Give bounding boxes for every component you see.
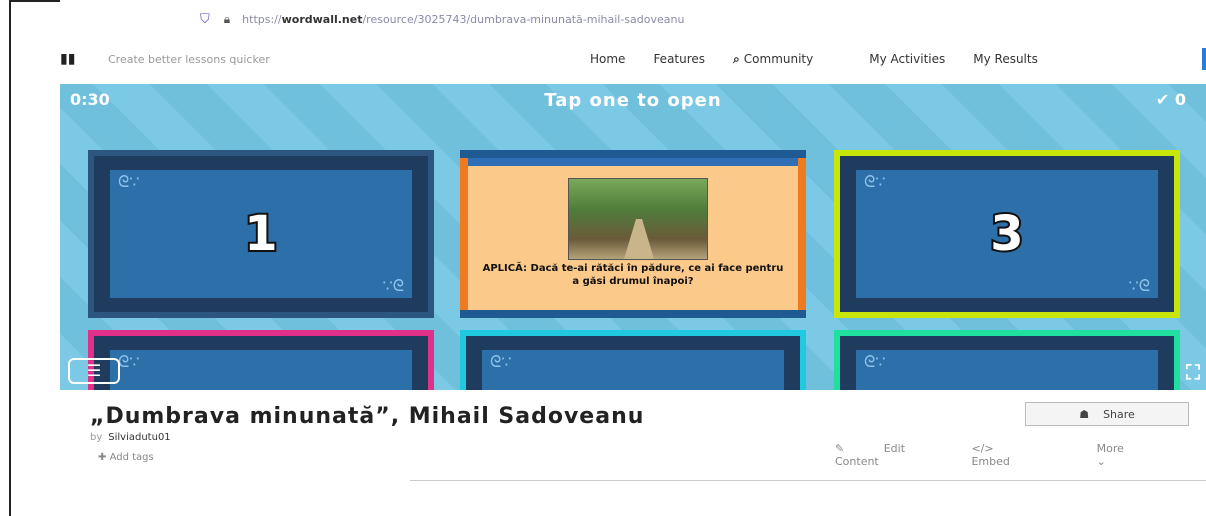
score: ✔ 0 (1156, 90, 1186, 109)
instruction-text: Tap one to open (544, 90, 722, 111)
card-top-bar (468, 158, 798, 166)
by-label: by (90, 432, 103, 443)
shield-icon[interactable]: ⛉ (200, 12, 210, 27)
lock-icon[interactable]: 🔒︎ (224, 12, 230, 27)
code-icon: </> (971, 442, 994, 455)
checkmark-icon: ✔ (1155, 90, 1170, 109)
game-menu-button[interactable]: ☰ (68, 358, 120, 384)
menu-icon[interactable]: ▮▮ (60, 51, 75, 67)
score-value: 0 (1174, 90, 1186, 109)
author-line: by Silviadutu01 (90, 432, 171, 443)
edit-content-label: Edit Content (835, 442, 906, 468)
card-6[interactable]: ᘓ∵ (834, 330, 1180, 390)
swirl-decoration-icon: ᘓ∵ (490, 352, 512, 371)
address-bar[interactable]: ⛉ 🔒︎ https://wordwall.net/resource/30257… (200, 6, 1206, 32)
path-shape (624, 219, 654, 259)
chevron-down-icon: ⌄ (1096, 455, 1106, 468)
nav-accent (1202, 48, 1206, 70)
url-path: /resource/3025743/dumbrava-minunată-miha… (362, 12, 685, 26)
url-host: wordwall.net (281, 12, 363, 26)
embed-label: Embed (971, 455, 1010, 468)
author-link[interactable]: Silviadutu01 (108, 432, 170, 443)
nav-my-results[interactable]: My Results (973, 52, 1038, 66)
card-inner (110, 350, 412, 390)
swirl-decoration-icon: ᘓ∵ (118, 352, 140, 371)
nav-features[interactable]: Features (653, 52, 705, 66)
card-side (798, 158, 806, 310)
fullscreen-icon: ⛶ (1186, 360, 1200, 384)
question-text: APLICĂ: Dacă te-ai rătăci în pădure, ce … (482, 263, 784, 287)
window-border (9, 0, 11, 516)
divider (410, 480, 1206, 481)
card-1[interactable]: ᘓ∵ ∵ᘓ 1 (88, 150, 434, 318)
activity-info: „Dumbrava minunată”, Mihail Sadoveanu by… (60, 390, 1206, 482)
fullscreen-button[interactable]: ⛶ (1186, 360, 1200, 384)
site-navbar: ▮▮ Create better lessons quicker Home Fe… (60, 40, 1206, 78)
url-prefix: https:// (242, 12, 282, 26)
add-tags-link[interactable]: ✚ Add tags (98, 452, 154, 463)
forest-path-image (568, 178, 708, 260)
embed-button[interactable]: </> Embed (971, 442, 1060, 468)
site-tagline: Create better lessons quicker (108, 52, 270, 66)
swirl-decoration-icon: ᘓ∵ (118, 172, 140, 191)
nav-home[interactable]: Home (590, 52, 625, 66)
card-inner (856, 350, 1158, 390)
edit-content-button[interactable]: ✎ Edit Content (835, 442, 935, 468)
add-tags-label: Add tags (109, 452, 154, 463)
pencil-icon: ✎ (835, 442, 845, 455)
card-inner (482, 350, 784, 390)
card-4[interactable]: ᘓ∵ (88, 330, 434, 390)
list-icon: ☰ (86, 361, 102, 380)
search-icon: ⌕ (733, 51, 740, 66)
card-number: 3 (988, 204, 1025, 264)
plus-icon: ✚ (98, 452, 107, 463)
game-area[interactable]: 0:30 Tap one to open ✔ 0 ᘓ∵ ∵ᘓ 1 APLICĂ:… (60, 84, 1206, 390)
share-label: Share (1103, 407, 1135, 421)
card-3[interactable]: ᘓ∵ ∵ᘓ 3 (834, 150, 1180, 318)
card-number: 1 (242, 204, 279, 264)
more-button[interactable]: More ⌄ (1097, 442, 1170, 468)
swirl-decoration-icon: ᘓ∵ (864, 172, 886, 191)
nav-community[interactable]: ⌕ Community (733, 52, 841, 67)
more-label: More (1096, 442, 1124, 455)
activity-actions: ✎ Edit Content </> Embed More ⌄ (835, 442, 1206, 468)
swirl-decoration-icon: ∵ᘓ (1128, 276, 1150, 295)
nav-my-activities[interactable]: My Activities (869, 52, 945, 66)
activity-title: „Dumbrava minunată”, Mihail Sadoveanu (90, 404, 645, 429)
user-icon: ☗ (1079, 407, 1090, 421)
swirl-decoration-icon: ᘓ∵ (864, 352, 886, 371)
card-5[interactable]: ᘓ∵ (460, 330, 806, 390)
nav-community-label: Community (743, 51, 814, 66)
window-border-top (9, 0, 60, 2)
card-side (460, 158, 468, 310)
share-button[interactable]: ☗ Share (1025, 402, 1189, 426)
swirl-decoration-icon: ∵ᘓ (382, 276, 404, 295)
nav-links: Home Features ⌕ Community My Activities M… (590, 40, 1066, 78)
open-card[interactable]: APLICĂ: Dacă te-ai rătăci în pădure, ce … (460, 150, 806, 318)
